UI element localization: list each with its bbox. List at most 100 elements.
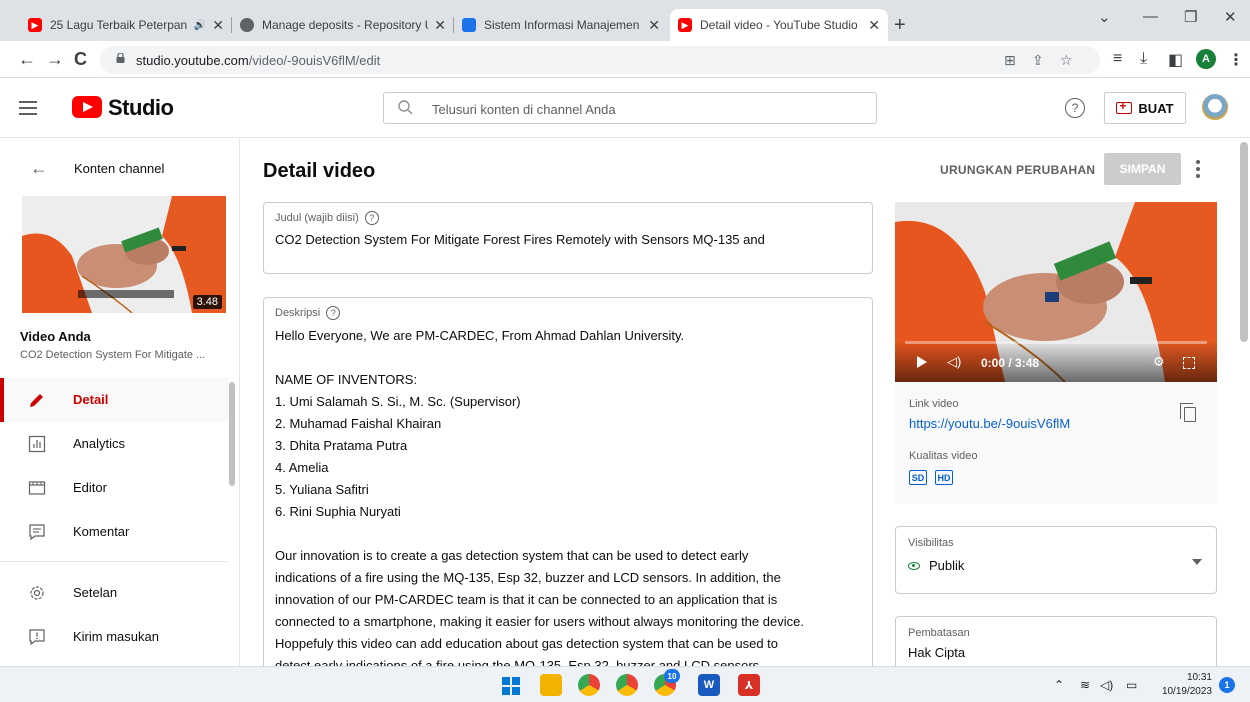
channel-avatar[interactable] <box>1202 94 1228 120</box>
help-circle-icon[interactable]: ? <box>364 211 379 225</box>
analytics-icon <box>28 435 46 453</box>
video-quality-label: Kualitas video <box>909 450 978 462</box>
chrome-icon[interactable] <box>578 674 600 696</box>
sidebar-item-analytics[interactable]: Analytics <box>0 422 228 466</box>
wifi-icon[interactable]: ≋ <box>1080 678 1090 692</box>
play-icon[interactable] <box>917 356 927 368</box>
video-thumbnail[interactable]: 3.48 <box>22 196 226 313</box>
forward-arrow-icon[interactable]: → <box>46 49 64 70</box>
file-explorer-icon[interactable] <box>540 674 562 696</box>
browser-menu-icon[interactable]: ⋮ <box>1228 50 1244 70</box>
close-tab-icon[interactable]: ✕ <box>212 17 224 34</box>
title-field[interactable]: Judul (wajib diisi) ? CO2 Detection Syst… <box>263 202 873 274</box>
reading-list-icon[interactable]: ≡ <box>1113 50 1122 68</box>
browser-toolbar: ← → C studio.youtube.com/video/-9ouisV6f… <box>0 41 1250 78</box>
side-panel-icon[interactable]: ◧ <box>1168 50 1183 70</box>
description-line: Hoppefuly this video can add education a… <box>275 636 779 651</box>
description-line: 6. Rini Suphia Nuryati <box>275 504 401 519</box>
your-video-label: Video Anda <box>20 329 91 344</box>
channel-search-input[interactable]: Telusuri konten di channel Anda <box>383 92 877 124</box>
back-arrow-icon[interactable]: ← <box>30 158 48 179</box>
chrome-profile-icon[interactable] <box>616 674 638 696</box>
comment-icon <box>29 524 45 541</box>
create-button[interactable]: BUAT <box>1104 92 1186 124</box>
description-line: 3. Dhita Pratama Putra <box>275 438 408 453</box>
word-icon[interactable]: W <box>698 674 720 696</box>
description-line: NAME OF INVENTORS: <box>275 372 418 387</box>
restriction-card[interactable]: Pembatasan Hak Cipta <box>895 616 1217 666</box>
speaker-icon[interactable]: ◁) <box>1100 678 1113 692</box>
browser-tab-strip: ▶ 25 Lagu Terbaik Peterpan X 🔊 ✕ Manage … <box>0 0 1250 41</box>
video-preview-card: ◁) 0:00 / 3:48 ⚙ Link video https://yout… <box>895 202 1217 504</box>
pencil-icon <box>30 394 43 407</box>
sidebar-item-settings[interactable]: Setelan <box>0 571 228 615</box>
player-controls: ◁) 0:00 / 3:48 ⚙ <box>895 340 1217 382</box>
download-icon[interactable]: ⤓ <box>1140 50 1147 68</box>
browser-tab[interactable]: Manage deposits - Repository U ✕ <box>232 9 454 41</box>
back-arrow-icon[interactable]: ← <box>18 49 36 70</box>
close-window-button[interactable]: ✕ <box>1224 8 1237 26</box>
left-sidebar: ← Konten channel 3.48 Video Anda CO2 Det… <box>0 138 240 666</box>
restore-button[interactable]: ❐ <box>1184 8 1197 26</box>
system-clock[interactable]: 10:31 10/19/2023 <box>1156 671 1212 699</box>
close-tab-icon[interactable]: ✕ <box>648 17 660 34</box>
sidebar-scrollbar[interactable] <box>229 382 235 486</box>
hamburger-menu-icon[interactable] <box>19 101 37 115</box>
search-icon <box>398 100 413 115</box>
sidebar-item-feedback[interactable]: Kirim masukan <box>0 615 228 659</box>
help-circle-icon[interactable]: ? <box>326 306 341 320</box>
hd-quality-badge: HD <box>935 470 953 485</box>
bookmark-star-icon[interactable]: ☆ <box>1060 52 1073 69</box>
notification-badge[interactable]: 1 <box>1219 677 1235 693</box>
title-input-value[interactable]: CO2 Detection System For Mitigate Forest… <box>275 232 765 247</box>
copy-icon[interactable] <box>1180 403 1196 422</box>
translate-icon[interactable]: ⊞ <box>1004 52 1016 69</box>
description-line: Our innovation is to create a gas detect… <box>275 548 749 563</box>
battery-icon[interactable]: ▭ <box>1126 678 1137 692</box>
settings-gear-icon[interactable]: ⚙ <box>1153 354 1165 370</box>
sidebar-item-comments[interactable]: Komentar <box>0 510 228 554</box>
address-bar[interactable]: studio.youtube.com/video/-9ouisV6flM/edi… <box>100 46 1100 74</box>
save-button[interactable]: SIMPAN <box>1104 153 1181 185</box>
tab-search-icon[interactable]: ⌄ <box>1098 8 1111 26</box>
chrome-badge-icon[interactable]: 10 <box>654 669 680 696</box>
description-line: connected to a smartphone, making it eas… <box>275 614 804 629</box>
studio-wordmark[interactable]: Studio <box>108 95 174 121</box>
description-line <box>275 347 860 369</box>
description-line: 4. Amelia <box>275 460 329 475</box>
share-icon[interactable]: ⇪ <box>1032 52 1044 69</box>
sidebar-item-detail[interactable]: Detail <box>0 378 228 422</box>
video-player[interactable]: ◁) 0:00 / 3:48 ⚙ <box>895 202 1217 382</box>
sidebar-item-editor[interactable]: Editor <box>0 466 228 510</box>
profile-avatar[interactable]: A <box>1196 49 1216 69</box>
chevron-up-icon[interactable]: ⌃ <box>1054 678 1064 692</box>
video-link[interactable]: https://youtu.be/-9ouisV6flM <box>909 416 1070 431</box>
help-icon[interactable]: ? <box>1065 98 1085 118</box>
undo-changes-button[interactable]: URUNGKAN PERUBAHAN <box>940 163 1095 177</box>
video-progress-bar[interactable] <box>905 341 1207 344</box>
windows-start-icon[interactable] <box>502 677 520 695</box>
fullscreen-icon[interactable] <box>1183 357 1195 369</box>
browser-tab[interactable]: ▶ 25 Lagu Terbaik Peterpan X 🔊 ✕ <box>20 9 232 41</box>
close-tab-icon[interactable]: ✕ <box>868 17 880 34</box>
pdf-reader-icon[interactable]: ⅄ <box>738 674 760 696</box>
description-line: 5. Yuliana Safitri <box>275 482 369 497</box>
close-tab-icon[interactable]: ✕ <box>434 17 446 34</box>
more-options-icon[interactable] <box>1196 160 1200 178</box>
page-scrollbar[interactable] <box>1240 142 1248 342</box>
youtube-logo-icon[interactable] <box>72 96 102 118</box>
minimize-button[interactable]: — <box>1143 8 1158 25</box>
channel-content-link[interactable]: Konten channel <box>74 161 164 176</box>
eye-icon <box>908 561 920 570</box>
description-textarea[interactable]: Hello Everyone, We are PM-CARDEC, From A… <box>275 325 860 666</box>
audio-playing-icon: 🔊 <box>193 19 207 31</box>
video-subtitle: CO2 Detection System For Mitigate ... <box>20 349 206 361</box>
video-time: 0:00 / 3:48 <box>981 356 1040 370</box>
browser-tab-active[interactable]: ▶ Detail video - YouTube Studio ✕ <box>670 9 888 41</box>
description-field[interactable]: Deskripsi ? Hello Everyone, We are PM-CA… <box>263 297 873 666</box>
visibility-dropdown[interactable]: Visibilitas Publik <box>895 526 1217 594</box>
new-tab-button[interactable]: + <box>894 14 906 37</box>
reload-icon[interactable]: C <box>74 49 87 70</box>
browser-tab[interactable]: Sistem Informasi Manajemen PA ✕ <box>454 9 668 41</box>
volume-icon[interactable]: ◁) <box>947 354 961 370</box>
